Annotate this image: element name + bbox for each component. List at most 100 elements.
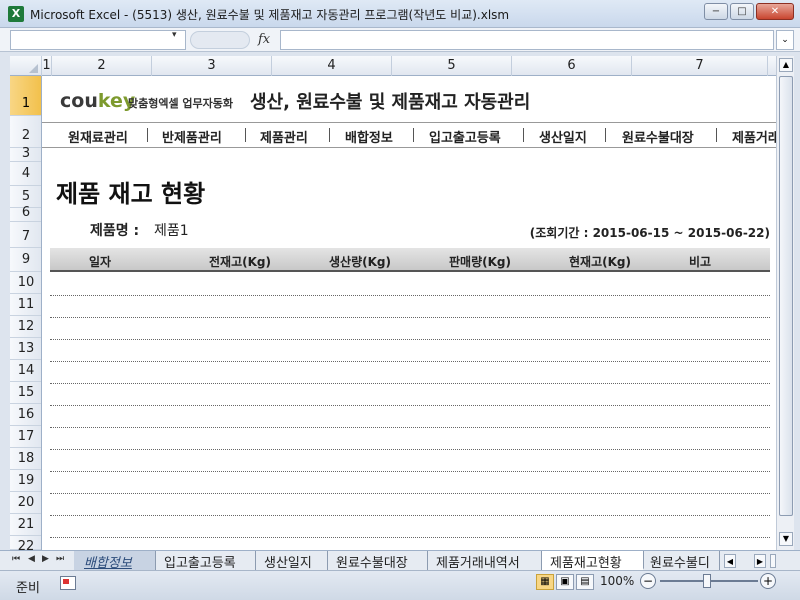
row-header[interactable]: 3 [10, 147, 41, 162]
table-row[interactable] [50, 362, 770, 384]
sheet-tab-product-trade[interactable]: 제품거래내역서 [428, 551, 542, 571]
column-header-5[interactable]: 5 [392, 56, 512, 76]
select-all-button[interactable] [10, 56, 42, 76]
maximize-button[interactable]: □ [730, 3, 754, 20]
row-header[interactable]: 15 [10, 382, 41, 404]
prev-sheet-icon[interactable]: ◀ [28, 554, 35, 564]
sheet-tab-material-ledger-2[interactable]: 원료수불디 [644, 551, 720, 570]
tab-split-handle[interactable] [770, 554, 776, 568]
zoom-in-button[interactable]: + [760, 573, 776, 589]
logo-main-text: cou [60, 90, 98, 112]
minimize-button[interactable]: − [704, 3, 728, 20]
formula-bar-splitter[interactable] [190, 31, 250, 49]
nav-separator [329, 128, 330, 142]
macro-record-icon[interactable] [60, 576, 76, 590]
column-header-7[interactable]: 7 [632, 56, 768, 76]
table-row[interactable] [50, 516, 770, 538]
row-header[interactable]: 13 [10, 338, 41, 360]
column-header-2[interactable]: 2 [52, 56, 152, 76]
name-box-dropdown-icon[interactable]: ▾ [172, 30, 177, 40]
row-header[interactable]: 1 [10, 76, 41, 116]
nav-separator [523, 128, 524, 142]
table-row[interactable] [50, 296, 770, 318]
table-row[interactable] [50, 428, 770, 450]
column-header-6[interactable]: 6 [512, 56, 632, 76]
row-header[interactable]: 7 [10, 222, 41, 248]
row-header[interactable]: 16 [10, 404, 41, 426]
table-row[interactable] [50, 318, 770, 340]
close-button[interactable]: ✕ [756, 3, 794, 20]
sheet-tab-formula-info[interactable]: 배합정보 [74, 551, 156, 571]
row-header[interactable]: 20 [10, 492, 41, 514]
formula-input[interactable] [280, 30, 774, 50]
product-value[interactable]: 제품1 [154, 220, 189, 240]
header-date: 일자 [88, 255, 112, 269]
scroll-thumb[interactable] [779, 76, 793, 516]
table-row[interactable] [50, 494, 770, 516]
row-header[interactable]: 6 [10, 206, 41, 222]
scroll-right-icon[interactable]: ▶ [754, 554, 766, 568]
name-box[interactable] [10, 30, 186, 50]
sheet-tab-product-stock[interactable]: 제품재고현황 [542, 551, 644, 571]
nav-separator [413, 128, 414, 142]
zoom-slider-thumb[interactable] [703, 574, 711, 588]
nav-menu: 원재료관리 반제품관리 제품관리 배합정보 입고출고등록 생산일지 원료수불대장… [42, 122, 776, 148]
excel-app-icon[interactable]: X [8, 6, 24, 22]
worksheet[interactable]: coukey 맞춤형엑셀 업무자동화 생산, 원료수불 및 제품재고 자동관리 … [42, 76, 776, 550]
nav-item-raw-materials[interactable]: 원재료관리 [68, 127, 128, 146]
scroll-down-icon[interactable]: ▼ [779, 532, 793, 546]
next-sheet-icon[interactable]: ▶ [42, 554, 49, 564]
nav-item-production-log[interactable]: 생산일지 [539, 127, 587, 146]
vertical-scrollbar[interactable]: ▲ ▼ [776, 56, 794, 550]
row-header[interactable]: 17 [10, 426, 41, 448]
zoom-level[interactable]: 100% [600, 574, 634, 588]
sheet-tab-production-log[interactable]: 생산일지 [256, 551, 328, 571]
horizontal-scrollbar[interactable]: ◀ ▶ [720, 554, 794, 568]
column-headers: 1 2 3 4 5 6 7 [10, 56, 776, 76]
app-heading: 생산, 원료수불 및 제품재고 자동관리 [250, 92, 531, 113]
row-header[interactable]: 10 [10, 272, 41, 294]
zoom-out-button[interactable]: − [640, 573, 656, 589]
row-header[interactable]: 4 [10, 162, 41, 186]
table-row[interactable] [50, 406, 770, 428]
sheet-tab-bar: ⏮ ◀ ▶ ⏭ 배합정보 입고출고등록 생산일지 원료수불대장 제품거래내역서 … [0, 550, 800, 571]
nav-item-products[interactable]: 제품관리 [260, 127, 308, 146]
row-header[interactable]: 9 [10, 248, 41, 272]
nav-item-material-ledger[interactable]: 원료수불대장 [622, 127, 694, 146]
nav-separator [605, 128, 606, 142]
scroll-up-icon[interactable]: ▲ [779, 58, 793, 72]
nav-item-formula-info[interactable]: 배합정보 [345, 127, 393, 146]
column-header-1[interactable]: 1 [42, 56, 52, 76]
table-row[interactable] [50, 384, 770, 406]
row-header[interactable]: 18 [10, 448, 41, 470]
report-title: 제품 재고 현황 [56, 180, 206, 208]
table-row[interactable] [50, 274, 770, 296]
nav-item-in-out-register[interactable]: 입고출고등록 [429, 127, 501, 146]
last-sheet-icon[interactable]: ⏭ [56, 554, 64, 564]
formula-expand-icon[interactable]: ⌄ [776, 30, 794, 50]
row-header[interactable]: 14 [10, 360, 41, 382]
row-header[interactable]: 11 [10, 294, 41, 316]
scroll-left-icon[interactable]: ◀ [724, 554, 736, 568]
page-break-view-icon[interactable]: ▤ [576, 574, 594, 590]
sheet-tab-material-ledger[interactable]: 원료수불대장 [328, 551, 428, 571]
table-row[interactable] [50, 450, 770, 472]
select-all-icon [29, 64, 38, 73]
row-header[interactable]: 21 [10, 514, 41, 536]
sheet-tab-in-out-register[interactable]: 입고출고등록 [156, 551, 256, 571]
insert-function-icon[interactable]: fx [258, 32, 270, 47]
status-ready: 준비 [16, 581, 40, 596]
table-row[interactable] [50, 340, 770, 362]
normal-view-icon[interactable]: ▦ [536, 574, 554, 590]
first-sheet-icon[interactable]: ⏮ [12, 554, 20, 564]
page-layout-view-icon[interactable]: ▣ [556, 574, 574, 590]
row-header[interactable]: 22 [10, 536, 41, 550]
nav-item-semi-products[interactable]: 반제품관리 [162, 127, 222, 146]
column-header-3[interactable]: 3 [152, 56, 272, 76]
row-header[interactable]: 2 [10, 116, 41, 148]
column-header-4[interactable]: 4 [272, 56, 392, 76]
row-header[interactable]: 19 [10, 470, 41, 492]
nav-item-product-trade[interactable]: 제품거래 [732, 127, 776, 146]
table-row[interactable] [50, 472, 770, 494]
row-header[interactable]: 12 [10, 316, 41, 338]
